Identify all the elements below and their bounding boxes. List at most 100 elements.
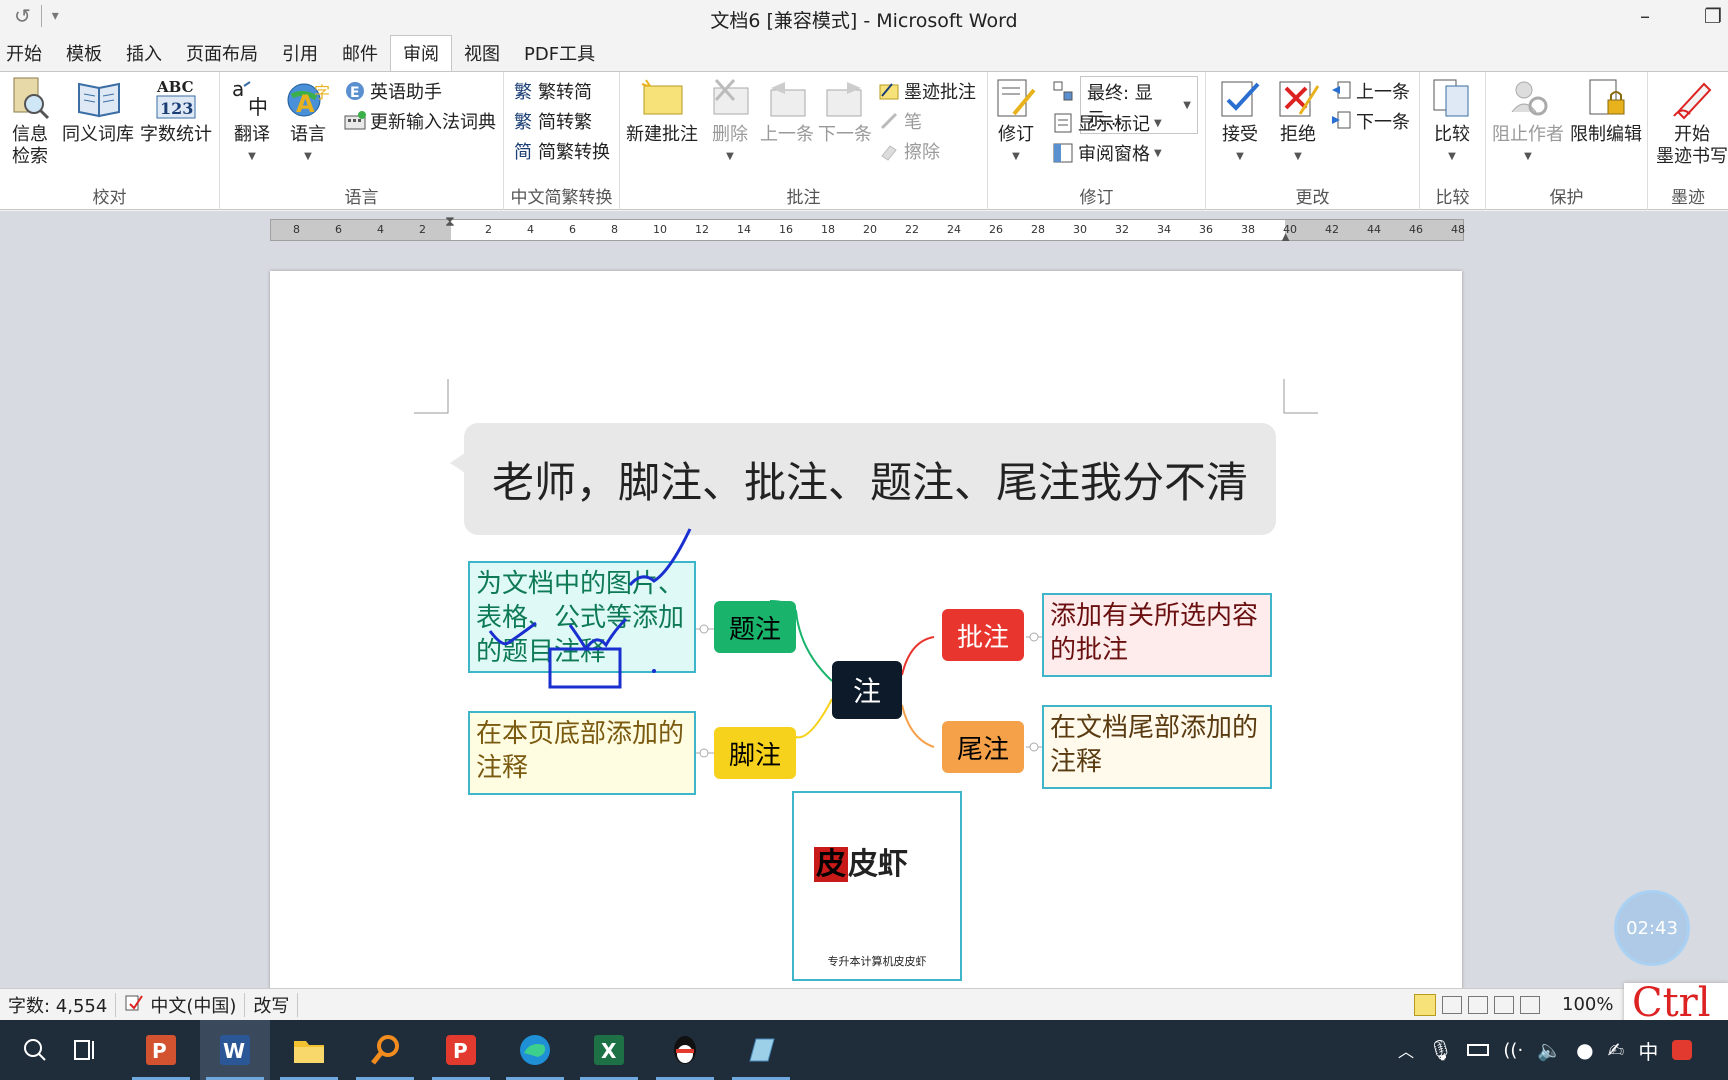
print-layout-icon[interactable] [1414,993,1436,1016]
new-comment-icon [640,76,684,120]
to-simplified-button[interactable]: 繁 繁转简 [512,78,592,104]
tab-pdf-tools[interactable]: PDF工具 [512,40,607,72]
tab-home[interactable]: 开始 [0,40,54,72]
ink-comment-button[interactable]: 墨迹批注 [878,78,976,104]
ime-indicator[interactable]: 中 [1638,1036,1658,1065]
delete-comment-button[interactable]: 删除 ▼ [708,76,752,168]
word-count-button[interactable]: ABC 123 字数统计 [140,76,212,146]
compare-button[interactable]: 比较 ▼ [1430,76,1474,168]
traditional-to-simplified-icon: 繁 [514,82,532,103]
to-traditional-button[interactable]: 繁 简转繁 [512,108,592,134]
comments-group-label: 批注 [786,188,821,208]
review-pane-button[interactable]: 审阅窗格 ▼ [1052,140,1162,166]
qq-tray-icon[interactable]: ● [1576,1038,1593,1062]
svg-text:A: A [296,90,315,118]
svg-text:P: P [152,1039,167,1063]
overtype-status[interactable]: 改写 [245,992,299,1017]
track-changes-button[interactable]: 修订 ▼ [994,76,1038,168]
pdf-icon[interactable]: P [426,1020,496,1080]
word-count-status[interactable]: 字数: 4,554 [0,992,117,1017]
research-button[interactable]: 信息 检索 [8,76,52,168]
protect-group-label: 保护 [1549,188,1584,208]
web-layout-icon[interactable] [1468,995,1488,1014]
to-simplified-label: 繁转简 [538,82,592,103]
show-markup-icon [1052,112,1074,134]
minimize-button[interactable]: – [1640,4,1650,28]
convert-button[interactable]: 简 简繁转换 [512,138,610,164]
file-explorer-icon[interactable] [274,1020,344,1080]
accept-button[interactable]: 接受 ▼ [1218,76,1262,168]
language-label: 语言 [290,124,326,145]
battery-icon[interactable] [1467,1044,1490,1056]
tab-templates[interactable]: 模板 [54,40,114,72]
reject-button[interactable]: 拒绝 ▼ [1276,76,1320,168]
previous-comment-button[interactable]: 上一条 [760,76,814,146]
microphone-icon[interactable]: 🎙 [1428,1038,1453,1062]
review-pane-label: 审阅窗格 [1078,144,1150,165]
svg-text:ABC: ABC [156,78,194,96]
svg-text:E: E [350,85,360,101]
show-markup-label: 显示标记 [1078,114,1150,135]
notes-icon[interactable] [726,1020,796,1080]
language-status: 中文(中国) [150,995,237,1017]
new-comment-button[interactable]: 新建批注 [626,76,698,146]
thesaurus-label: 同义词库 [62,124,134,145]
show-markup-button[interactable]: 显示标记 ▼ [1052,110,1162,136]
tab-review[interactable]: 审阅 [390,35,452,72]
tab-view[interactable]: 视图 [452,40,512,72]
edge-icon[interactable] [500,1020,570,1080]
document-page[interactable]: 老师，脚注、批注、题注、尾注我分不清 为文档中的图片、表格、公式等添加的题目注释… [270,271,1462,988]
indent-marker[interactable]: ⧗ [445,214,455,230]
view-buttons: 100% [1414,993,1613,1016]
block-authors-button[interactable]: 阻止作者 ▼ [1492,76,1564,168]
qq-icon[interactable] [650,1020,720,1080]
ribbon: 信息 检索 同义词库 ABC 123 字数统计 校对 a中 翻译 ▼ A 字 语… [0,71,1728,210]
svg-text:X: X [601,1039,617,1063]
translate-button[interactable]: a中 翻译 ▼ [230,76,274,168]
word-icon[interactable]: W [200,1020,270,1080]
pen-tray-icon[interactable]: ✍ [1608,1038,1625,1062]
ruler-tick-label: 46 [1409,223,1423,236]
zoom-level[interactable]: 100% [1562,994,1613,1015]
next-change-icon [1330,110,1352,132]
tab-insert[interactable]: 插入 [114,40,174,72]
start-inking-button[interactable]: 开始 墨迹书写 [1656,76,1728,168]
reject-label: 拒绝 [1280,124,1316,145]
draft-icon[interactable] [1520,995,1540,1014]
research-label-2: 检索 [12,146,48,167]
pen-button[interactable]: 笔 [878,108,922,134]
floating-timer[interactable]: 02:43 [1614,890,1690,966]
ruler-tick-label: 10 [653,223,667,236]
search-app-icon[interactable] [350,1020,420,1080]
tab-page-layout[interactable]: 页面布局 [174,40,270,72]
horizontal-ruler[interactable]: ⧗ ▲ 8 6 4 2 2 4 6 8 10 12 14 16 18 20 22 24 26 28 30 32 34 36… [270,214,1465,244]
group-protect: 阻止作者 ▼ 限制编辑 保护 [1486,72,1648,210]
restrict-editing-button[interactable]: 限制编辑 [1570,76,1642,146]
thesaurus-button[interactable]: 同义词库 [62,76,134,146]
full-screen-reading-icon[interactable] [1442,995,1462,1014]
outline-icon[interactable] [1494,995,1514,1014]
english-assistant-button[interactable]: E 英语助手 [344,78,442,104]
block-authors-label: 阻止作者 [1492,124,1564,145]
restore-button[interactable]: ❐ [1704,4,1722,28]
volume-icon[interactable]: 🔈 [1537,1038,1562,1062]
previous-change-button[interactable]: 上一条 [1330,78,1410,104]
tab-references[interactable]: 引用 [270,40,330,72]
wifi-icon[interactable]: ((· [1503,1040,1523,1061]
powerpoint-icon[interactable]: P [126,1020,196,1080]
eraser-button[interactable]: 擦除 [878,138,940,164]
next-comment-button[interactable]: 下一条 [818,76,872,146]
excel-icon[interactable]: X [574,1020,644,1080]
proofing-status[interactable]: 中文(中国) [116,992,246,1017]
new-comment-label: 新建批注 [626,124,698,145]
brand-logo-rest: 皮虾 [848,847,908,882]
wps-tray-icon[interactable] [1672,1040,1693,1060]
tab-mailings[interactable]: 邮件 [330,40,390,72]
update-ime-button[interactable]: 更新输入法词典 [344,108,496,134]
logo-caption: 专升本计算机皮皮虾 [827,955,927,968]
show-hidden-icons-icon[interactable]: ︿ [1398,1038,1414,1062]
tracking-group-label: 修订 [1079,188,1114,208]
task-view-icon[interactable] [50,1020,120,1080]
next-change-button[interactable]: 下一条 [1330,108,1410,134]
language-button[interactable]: A字 语言 ▼ [286,76,330,168]
